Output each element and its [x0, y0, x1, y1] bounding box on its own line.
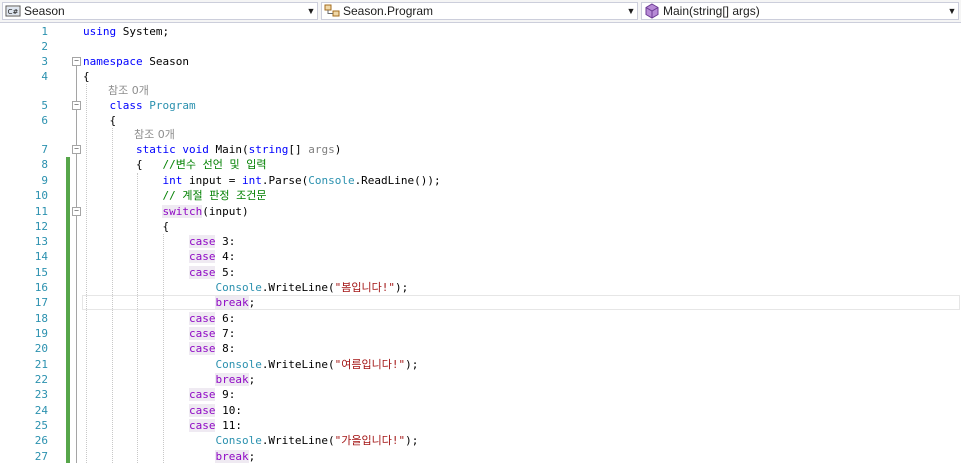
code-line[interactable]: {	[83, 113, 117, 128]
collapse-toggle-icon[interactable]: −	[72, 207, 81, 216]
type-dropdown[interactable]: Season.Program ▼	[321, 2, 638, 20]
code-line[interactable]: {	[83, 219, 169, 234]
line-number: 15	[34, 266, 48, 279]
line-number: 25	[34, 419, 48, 432]
collapse-toggle-icon[interactable]: −	[72, 145, 81, 154]
navigation-bar: C# Season ▼ Season.Program ▼ Main(string…	[0, 0, 961, 23]
line-number: 23	[34, 388, 48, 401]
chevron-down-icon[interactable]: ▼	[305, 6, 317, 16]
line-number: 6	[41, 114, 48, 127]
code-line[interactable]: case 4:	[83, 249, 235, 264]
code-editor[interactable]: 1 2 3 4 5 6 7 8 9 10 11 12 13 14 15 16 1…	[0, 23, 961, 463]
code-line[interactable]: Console.WriteLine("가을입니다!");	[83, 433, 418, 448]
line-number: 7	[41, 143, 48, 156]
chevron-down-icon[interactable]: ▼	[625, 6, 637, 16]
code-line[interactable]: case 10:	[83, 403, 242, 418]
line-number: 19	[34, 327, 48, 340]
line-number: 16	[34, 281, 48, 294]
class-icon	[324, 4, 340, 17]
code-line[interactable]: case 8:	[83, 341, 235, 356]
type-name: Season.Program	[343, 4, 434, 18]
line-number: 5	[41, 99, 48, 112]
line-number: 1	[41, 25, 48, 38]
line-number: 9	[41, 174, 48, 187]
project-dropdown[interactable]: C# Season ▼	[2, 2, 318, 20]
line-number: 17	[34, 296, 48, 309]
code-line[interactable]: switch(input)	[83, 204, 249, 219]
line-number: 13	[34, 235, 48, 248]
class-reference-lens[interactable]: 참조 0개	[108, 83, 149, 98]
member-dropdown[interactable]: Main(string[] args) ▼	[641, 2, 959, 20]
line-number: 12	[34, 220, 48, 233]
line-number: 2	[41, 40, 48, 53]
line-number: 18	[34, 312, 48, 325]
code-line[interactable]: case 6:	[83, 311, 235, 326]
line-number: 11	[34, 205, 48, 218]
method-icon	[645, 3, 659, 19]
line-number-margin: 1 2 3 4 5 6 7 8 9 10 11 12 13 14 15 16 1…	[0, 23, 56, 463]
code-line[interactable]: using System;	[83, 24, 169, 39]
code-line[interactable]: class Program	[83, 98, 196, 113]
line-number: 3	[41, 55, 48, 68]
project-name: Season	[24, 4, 65, 18]
code-line[interactable]: case 3:	[83, 234, 235, 249]
collapse-toggle-icon[interactable]: −	[72, 101, 81, 110]
code-line[interactable]: break;	[83, 295, 255, 310]
code-line[interactable]: {	[83, 69, 90, 84]
line-number: 26	[34, 434, 48, 447]
code-line[interactable]: namespace Season	[83, 54, 189, 69]
line-number: 27	[34, 450, 48, 463]
code-line[interactable]: case 7:	[83, 326, 235, 341]
code-line[interactable]: int input = int.Parse(Console.ReadLine()…	[83, 173, 440, 188]
csharp-project-icon: C#	[5, 5, 21, 17]
code-line[interactable]: // 계절 판정 조건문	[83, 188, 266, 203]
code-line[interactable]: static void Main(string[] args)	[83, 142, 341, 157]
code-line[interactable]: case 9:	[83, 387, 235, 402]
method-reference-lens[interactable]: 참조 0개	[134, 127, 175, 142]
code-line[interactable]: break;	[83, 372, 255, 387]
line-number: 22	[34, 373, 48, 386]
code-line[interactable]: { //변수 선언 및 입력	[83, 157, 266, 172]
svg-text:C#: C#	[8, 8, 19, 16]
code-line[interactable]: Console.WriteLine("봄입니다!");	[83, 280, 408, 295]
code-line[interactable]: break;	[83, 449, 255, 464]
member-name: Main(string[] args)	[663, 4, 760, 18]
line-number: 21	[34, 358, 48, 371]
code-line[interactable]: case 11:	[83, 418, 242, 433]
line-number: 4	[41, 70, 48, 83]
line-number: 24	[34, 404, 48, 417]
line-number: 8	[41, 158, 48, 171]
line-number: 14	[34, 250, 48, 263]
collapse-toggle-icon[interactable]: −	[72, 57, 81, 66]
code-line[interactable]: Console.WriteLine("여름입니다!");	[83, 357, 418, 372]
chevron-down-icon[interactable]: ▼	[946, 6, 958, 16]
outline-line	[76, 65, 77, 463]
change-tracking-bar	[66, 157, 70, 463]
line-number: 20	[34, 342, 48, 355]
code-line[interactable]: case 5:	[83, 265, 235, 280]
line-number: 10	[34, 189, 48, 202]
